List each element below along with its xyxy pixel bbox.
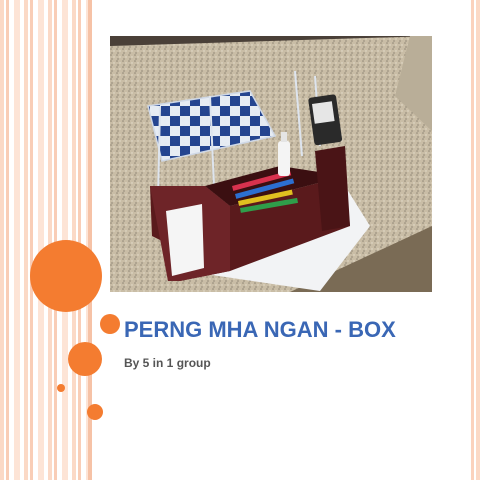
decorative-circle-small-2 [87,404,103,420]
decorative-right-stripes [468,0,480,480]
decorative-circle-large [30,240,102,312]
product-photo [110,36,432,292]
slide-title: PERNG MHA NGAN - BOX [124,317,396,342]
decorative-circle-tiny [57,384,65,392]
decorative-left-stripes [0,0,92,480]
decorative-circle-small [100,314,120,334]
decorative-circle-medium [68,342,102,376]
slide-subtitle: By 5 in 1 group [124,356,211,370]
